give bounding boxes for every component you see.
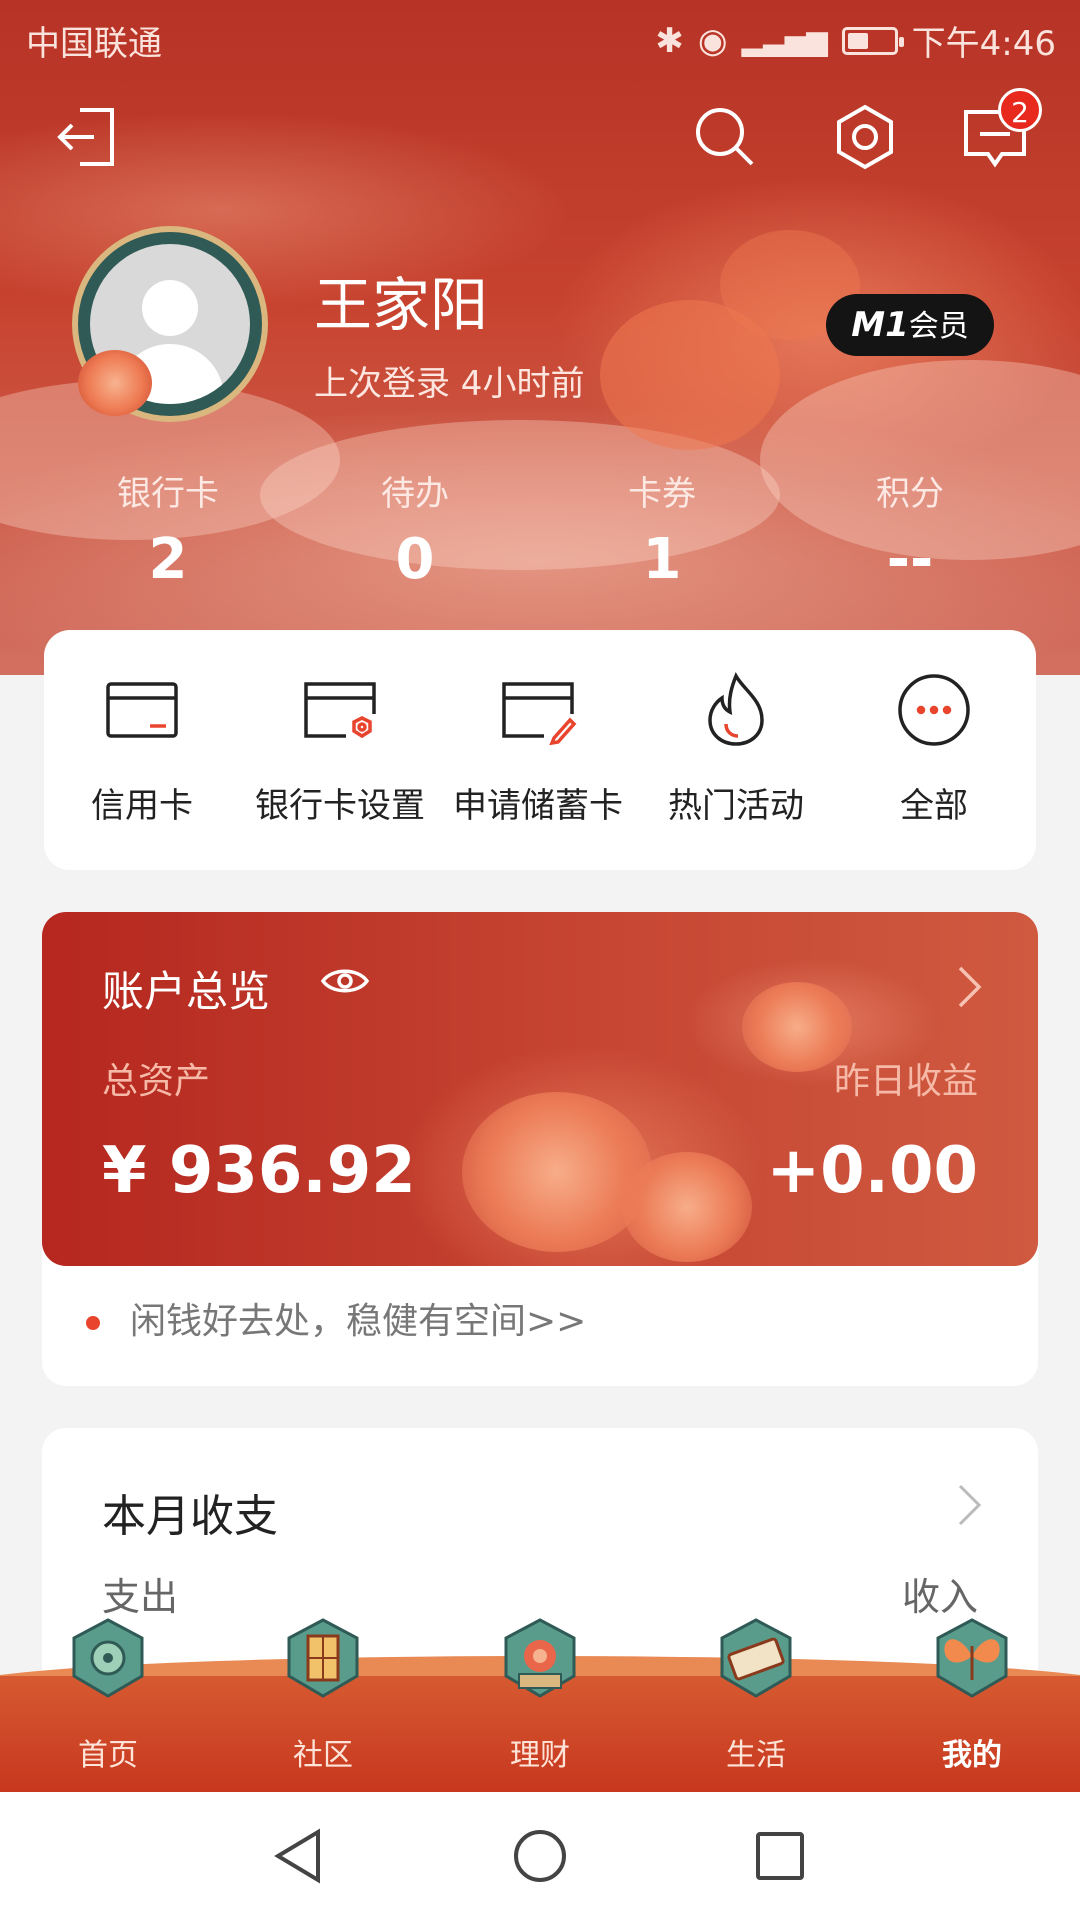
member-badge[interactable]: M1会员: [826, 294, 994, 356]
home-icon: [65, 1616, 151, 1702]
username: 王家阳: [314, 271, 489, 339]
chevron-right-icon[interactable]: [954, 1482, 984, 1528]
nav-life[interactable]: 生活: [686, 1616, 826, 1774]
search-icon[interactable]: [690, 102, 760, 172]
quick-action-all[interactable]: 全部: [834, 670, 1034, 827]
member-level: M1: [851, 305, 909, 345]
more-icon: [894, 670, 974, 750]
eye-icon[interactable]: [320, 964, 370, 998]
profile-header: 中国联通 ✱ ◉ ▂▃▅▆ 下午4:46 2 王家阳 上次登录 4小时前 M1会…: [0, 0, 1080, 675]
quick-action-hot-events[interactable]: 热门活动: [636, 670, 836, 827]
stat-value: 0: [395, 527, 435, 592]
logout-icon[interactable]: [52, 102, 122, 172]
message-icon[interactable]: 2: [960, 88, 1042, 172]
peony-decoration: [462, 1092, 652, 1252]
peony-decoration: [622, 1152, 752, 1262]
stat-label: 银行卡: [117, 474, 219, 514]
bottom-nav: 首页 社区 理财 生活 我的: [0, 1600, 1080, 1792]
stat-points[interactable]: 积分 --: [820, 466, 1000, 592]
stat-coupons[interactable]: 卡券 1: [572, 466, 752, 592]
stat-bank-cards[interactable]: 银行卡 2: [78, 466, 258, 592]
stat-value: 1: [642, 527, 682, 592]
stat-todo[interactable]: 待办 0: [325, 466, 505, 592]
life-icon: [713, 1616, 799, 1702]
quick-action-label: 全部: [900, 786, 968, 826]
quick-actions-card: 信用卡 银行卡设置 申请储蓄卡 热门活动 全部: [44, 630, 1036, 870]
card-edit-icon: [498, 670, 578, 750]
quick-action-credit-card[interactable]: 信用卡: [42, 670, 242, 827]
system-nav-bar: [0, 1792, 1080, 1920]
nav-label: 首页: [78, 1738, 138, 1773]
nav-wealth[interactable]: 理财: [470, 1616, 610, 1774]
stat-value: --: [886, 527, 934, 592]
carrier-name: 中国联通: [26, 24, 162, 64]
member-label: 会员: [908, 309, 969, 344]
nav-community[interactable]: 社区: [253, 1616, 393, 1774]
nav-label: 生活: [726, 1738, 786, 1773]
account-overview-title: 账户总览: [102, 967, 271, 1016]
gear-icon[interactable]: [830, 102, 900, 172]
stat-value: 2: [148, 527, 188, 592]
notification-badge: 2: [998, 88, 1042, 132]
nav-label: 理财: [510, 1738, 570, 1773]
battery-icon: [841, 26, 904, 55]
community-icon: [280, 1616, 366, 1702]
status-bar: 中国联通 ✱ ◉ ▂▃▅▆ 下午4:46: [0, 0, 1080, 76]
last-login-text: 上次登录 4小时前: [314, 364, 585, 404]
quick-action-card-settings[interactable]: 银行卡设置: [240, 670, 440, 827]
nav-mine[interactable]: 我的: [902, 1616, 1042, 1774]
clock: 下午4:46: [911, 24, 1056, 64]
wealth-icon: [497, 1616, 583, 1702]
total-assets-label: 总资产: [102, 1061, 211, 1102]
eye-comfort-icon: ◉: [697, 20, 728, 61]
home-button-icon[interactable]: [508, 1824, 572, 1888]
stat-label: 待办: [381, 474, 449, 514]
quick-action-label: 银行卡设置: [255, 786, 425, 826]
monthly-summary-title: 本月收支: [102, 1491, 278, 1542]
nav-home[interactable]: 首页: [38, 1616, 178, 1774]
promo-text: 闲钱好去处，稳健有空间>>: [130, 1301, 587, 1342]
credit-card-icon: [102, 670, 182, 750]
yesterday-earnings-label: 昨日收益: [833, 1061, 978, 1102]
stat-label: 卡券: [628, 474, 696, 514]
bullet-dot: [86, 1316, 100, 1330]
quick-action-label: 热门活动: [668, 786, 804, 826]
promo-link[interactable]: 闲钱好去处，稳健有空间>>: [86, 1292, 586, 1344]
nav-label: 我的: [942, 1738, 1002, 1773]
bluetooth-icon: ✱: [655, 20, 684, 61]
yesterday-earnings-value: +0.00: [766, 1134, 978, 1208]
peony-decoration: [78, 350, 152, 416]
signal-icon: ▂▃▅▆: [741, 24, 828, 57]
quick-action-label: 申请储蓄卡: [453, 786, 623, 826]
flame-icon: [696, 670, 776, 750]
back-icon[interactable]: [268, 1824, 332, 1888]
mine-icon: [929, 1616, 1015, 1702]
recents-icon[interactable]: [748, 1824, 812, 1888]
total-assets-value: ¥ 936.92: [102, 1134, 416, 1208]
nav-label: 社区: [293, 1738, 353, 1773]
card-settings-icon: [300, 670, 380, 750]
chevron-right-icon[interactable]: [954, 964, 984, 1010]
quick-action-label: 信用卡: [91, 786, 193, 826]
quick-action-apply-debit-card[interactable]: 申请储蓄卡: [438, 670, 638, 827]
stat-label: 积分: [876, 474, 944, 514]
account-overview-card: 账户总览 总资产 昨日收益 ¥ 936.92 +0.00 闲钱好去处，稳健有空间…: [42, 912, 1038, 1386]
account-overview-banner[interactable]: 账户总览 总资产 昨日收益 ¥ 936.92 +0.00: [42, 912, 1038, 1266]
